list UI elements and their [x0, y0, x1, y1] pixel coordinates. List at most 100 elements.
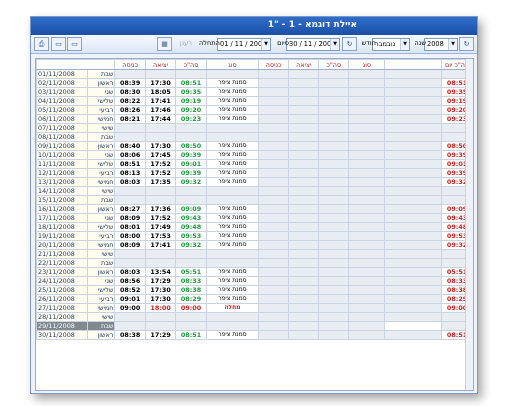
row-in-2[interactable]	[258, 114, 290, 124]
row-in-2[interactable]	[258, 177, 290, 187]
row-day[interactable]: שישי	[87, 123, 116, 133]
row-total[interactable]	[175, 123, 207, 133]
row-in[interactable]: 08:27	[114, 204, 146, 214]
row-total[interactable]	[175, 132, 207, 142]
table-row[interactable]: 20/11/2008 חמישי 08:09 17:41 09:32 סמנת ציפר 0…	[35, 240, 473, 250]
row-out-2[interactable]	[288, 195, 320, 205]
row-date[interactable]: 02/11/2008	[35, 78, 89, 88]
row-total-2[interactable]	[318, 132, 350, 142]
row-total[interactable]: 09:39	[175, 150, 207, 160]
row-out[interactable]: 17:35	[144, 177, 177, 187]
row-out[interactable]	[144, 258, 177, 268]
row-day[interactable]: שני	[87, 276, 116, 286]
row-type-2[interactable]	[348, 231, 386, 241]
row-total-2[interactable]	[318, 231, 350, 241]
row-date[interactable]: 05/11/2008	[35, 105, 89, 115]
row-type-2[interactable]	[348, 195, 386, 205]
row-type-2[interactable]	[348, 249, 386, 259]
row-type[interactable]	[205, 69, 260, 79]
table-row[interactable]: 13/11/2008 חמישי 08:03 17:35 09:32 סמנת ציפר 0…	[35, 177, 473, 187]
row-out-2[interactable]	[288, 114, 320, 124]
row-date[interactable]: 04/11/2008	[35, 96, 89, 106]
row-day[interactable]: שבת	[87, 195, 116, 205]
vertical-scrollbar[interactable]	[465, 59, 473, 390]
row-type-2[interactable]	[348, 69, 386, 79]
row-out-2[interactable]	[288, 285, 320, 295]
row-out-2[interactable]	[288, 87, 320, 97]
row-in[interactable]: 08:03	[114, 177, 146, 187]
row-type[interactable]: סמנת ציפר	[205, 276, 260, 286]
row-type-2[interactable]	[348, 96, 386, 106]
row-out[interactable]: 17:29	[144, 276, 177, 286]
row-type[interactable]	[205, 132, 260, 142]
row-in[interactable]: 08:22	[114, 96, 146, 106]
row-out[interactable]: 17:52	[144, 213, 177, 223]
row-in[interactable]: 08:30	[114, 87, 146, 97]
table-row[interactable]: 03/11/2008 שני 08:30 18:05 09:35 סמנת ציפר 09:…	[35, 87, 473, 97]
row-total-2[interactable]	[318, 204, 350, 214]
row-type-2[interactable]	[348, 321, 386, 331]
row-type[interactable]: סמנת ציפר	[205, 141, 260, 151]
row-in[interactable]	[114, 321, 146, 331]
row-in[interactable]	[114, 312, 146, 322]
row-date[interactable]: 16/11/2008	[35, 204, 89, 214]
row-total[interactable]: 08:33	[175, 276, 207, 286]
row-type[interactable]: סמנת ציפר	[205, 330, 260, 340]
row-date[interactable]: 12/11/2008	[35, 168, 89, 178]
table-row[interactable]: 29/11/2008 שבת	[35, 321, 473, 331]
row-total[interactable]: 09:32	[175, 240, 207, 250]
row-out[interactable]: 17:46	[144, 105, 177, 115]
row-spacer[interactable]	[384, 222, 443, 232]
row-in[interactable]	[114, 69, 146, 79]
row-type[interactable]: סמנת ציפר	[205, 267, 260, 277]
row-out-2[interactable]	[288, 258, 320, 268]
row-out[interactable]: 18:05	[144, 87, 177, 97]
row-spacer[interactable]	[384, 312, 443, 322]
row-type-2[interactable]	[348, 213, 386, 223]
row-day[interactable]: רביעי	[87, 105, 116, 115]
row-total-2[interactable]	[318, 168, 350, 178]
row-type[interactable]: סמנת ציפר	[205, 114, 260, 124]
row-in[interactable]	[114, 258, 146, 268]
refresh-icon[interactable]: ↻	[342, 37, 357, 51]
row-out-2[interactable]	[288, 168, 320, 178]
row-type-2[interactable]	[348, 204, 386, 214]
row-in[interactable]: 08:09	[114, 240, 146, 250]
row-out[interactable]: 17:53	[144, 231, 177, 241]
row-date[interactable]: 26/11/2008	[35, 294, 89, 304]
row-day[interactable]: שישי	[87, 186, 116, 196]
row-total[interactable]: 08:51	[175, 78, 207, 88]
row-spacer[interactable]	[384, 177, 443, 187]
row-in-2[interactable]	[258, 87, 290, 97]
row-type[interactable]: סמנת ציפר	[205, 213, 260, 223]
row-type-2[interactable]	[348, 105, 386, 115]
row-out[interactable]	[144, 123, 177, 133]
row-total-2[interactable]	[318, 213, 350, 223]
row-out[interactable]: 17:30	[144, 141, 177, 151]
row-date[interactable]: 27/11/2008	[35, 303, 89, 313]
row-type[interactable]	[205, 195, 260, 205]
row-type-2[interactable]	[348, 141, 386, 151]
row-spacer[interactable]	[384, 258, 443, 268]
row-day[interactable]: חמישי	[87, 240, 116, 250]
row-in-2[interactable]	[258, 258, 290, 268]
table-row[interactable]: 01/11/2008 שבת	[35, 69, 473, 79]
row-out-2[interactable]	[288, 105, 320, 115]
row-out-2[interactable]	[288, 231, 320, 241]
row-in[interactable]	[114, 195, 146, 205]
row-type-2[interactable]	[348, 114, 386, 124]
row-in-2[interactable]	[258, 105, 290, 115]
row-total-2[interactable]	[318, 105, 350, 115]
row-total-2[interactable]	[318, 186, 350, 196]
row-out-2[interactable]	[288, 330, 320, 340]
row-date[interactable]: 17/11/2008	[35, 213, 89, 223]
row-in-2[interactable]	[258, 96, 290, 106]
row-date[interactable]: 14/11/2008	[35, 186, 89, 196]
row-day[interactable]: רביעי	[87, 294, 116, 304]
row-type[interactable]	[205, 249, 260, 259]
row-out-2[interactable]	[288, 204, 320, 214]
table-row[interactable]: 14/11/2008 שישי	[35, 186, 473, 196]
row-date[interactable]: 23/11/2008	[35, 267, 89, 277]
table-row[interactable]: 27/11/2008 חמישי 09:00 18:00 09:00 מחלה 09:00	[35, 303, 473, 313]
row-total-2[interactable]	[318, 177, 350, 187]
